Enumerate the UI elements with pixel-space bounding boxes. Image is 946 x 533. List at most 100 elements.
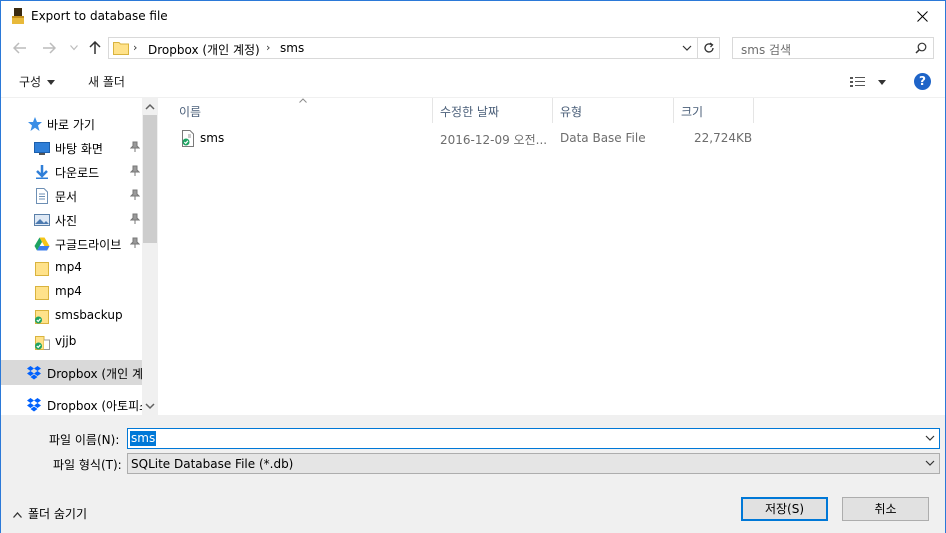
arrow-up-icon bbox=[89, 41, 101, 54]
forward-button[interactable] bbox=[40, 39, 58, 57]
column-header-type[interactable]: 유형 bbox=[553, 98, 674, 123]
column-label: 이름 bbox=[179, 105, 202, 119]
column-header-name[interactable]: 이름 bbox=[159, 98, 433, 123]
nav-item-vjjb[interactable]: vjjb bbox=[1, 330, 142, 354]
arrow-left-icon bbox=[13, 42, 26, 54]
chevron-down-icon[interactable] bbox=[680, 41, 694, 55]
cancel-button[interactable]: 취소 bbox=[842, 497, 929, 521]
nav-label: Dropbox (개인 계 bbox=[47, 367, 142, 381]
view-options-button[interactable] bbox=[849, 74, 891, 90]
recent-locations-button[interactable] bbox=[65, 39, 83, 57]
nav-item-dropbox-personal[interactable]: Dropbox (개인 계 bbox=[1, 360, 142, 385]
pin-icon bbox=[130, 141, 140, 152]
file-row[interactable]: sms 2016-12-09 오전... Data Base File 22,7… bbox=[171, 127, 761, 149]
nav-label: vjjb bbox=[55, 334, 77, 348]
help-button[interactable]: ? bbox=[914, 73, 931, 90]
organize-label: 구성 bbox=[19, 75, 42, 89]
search-input[interactable]: sms 검색 bbox=[741, 41, 791, 58]
column-header-modified[interactable]: 수정한 날짜 bbox=[433, 98, 553, 123]
refresh-icon bbox=[703, 42, 714, 53]
address-row: › Dropbox (개인 계정) › sms sms 검색 bbox=[1, 32, 945, 64]
nav-label: smsbackup bbox=[55, 308, 123, 322]
nav-label: 문서 bbox=[55, 190, 78, 204]
synced-folder-icon bbox=[35, 336, 50, 350]
breadcrumb-separator: › bbox=[133, 41, 138, 54]
column-header-size[interactable]: 크기 bbox=[674, 98, 754, 123]
app-icon bbox=[12, 8, 24, 24]
filetype-select[interactable]: SQLite Database File (*.db) bbox=[127, 453, 940, 474]
nav-item-downloads[interactable]: 다운로드 bbox=[1, 160, 142, 184]
folder-icon bbox=[35, 286, 49, 300]
details-view-icon bbox=[850, 77, 865, 87]
organize-button[interactable]: 구성 bbox=[19, 73, 56, 90]
save-button[interactable]: 저장(S) bbox=[741, 497, 828, 521]
nav-item-mp4[interactable]: mp4 bbox=[1, 256, 142, 280]
nav-item-desktop[interactable]: 바탕 화면 bbox=[1, 136, 142, 160]
close-button[interactable] bbox=[899, 1, 945, 32]
nav-label: 다운로드 bbox=[55, 166, 100, 180]
file-modified: 2016-12-09 오전... bbox=[440, 133, 548, 147]
nav-label: 바탕 화면 bbox=[55, 142, 103, 156]
document-icon bbox=[36, 188, 48, 204]
nav-item-google-drive[interactable]: 구글드라이브 bbox=[1, 232, 142, 256]
address-bar[interactable]: › Dropbox (개인 계정) › sms bbox=[108, 37, 698, 59]
column-label: 크기 bbox=[681, 105, 704, 119]
chevron-up-icon[interactable] bbox=[145, 102, 155, 112]
pin-icon bbox=[130, 189, 140, 200]
breadcrumb-dropbox[interactable]: Dropbox (개인 계정) bbox=[148, 41, 260, 58]
picture-icon bbox=[34, 214, 50, 226]
nav-label: 사진 bbox=[55, 214, 78, 228]
search-box[interactable]: sms 검색 bbox=[732, 37, 934, 59]
folder-icon bbox=[35, 262, 49, 276]
nav-label: 바로 가기 bbox=[47, 118, 95, 132]
star-icon bbox=[28, 117, 42, 131]
nav-label: mp4 bbox=[55, 284, 82, 298]
nav-item-mp4[interactable]: mp4 bbox=[1, 280, 142, 304]
download-icon bbox=[36, 165, 48, 179]
nav-item-dropbox-other[interactable]: Dropbox (아토피스 bbox=[1, 393, 142, 415]
nav-scrollbar[interactable] bbox=[142, 98, 158, 415]
breadcrumb-separator: › bbox=[266, 41, 271, 54]
nav-quick-access[interactable]: 바로 가기 bbox=[1, 112, 142, 136]
nav-label: Dropbox (아토피스 bbox=[47, 399, 142, 413]
filetype-label: 파일 형식(T): bbox=[53, 458, 122, 472]
filename-input[interactable]: sms bbox=[130, 431, 157, 446]
pin-icon bbox=[130, 165, 140, 176]
sort-ascending-icon bbox=[299, 98, 307, 103]
pin-icon bbox=[130, 237, 140, 248]
file-name: sms bbox=[200, 131, 225, 145]
column-label: 유형 bbox=[560, 105, 583, 119]
chevron-down-icon bbox=[925, 460, 935, 466]
hide-folders-label: 폴더 숨기기 bbox=[28, 507, 88, 521]
close-icon bbox=[916, 11, 928, 22]
nav-label: mp4 bbox=[55, 260, 82, 274]
filename-field[interactable]: sms bbox=[127, 428, 940, 449]
filetype-value: SQLite Database File (*.db) bbox=[131, 457, 294, 471]
database-file-icon bbox=[182, 130, 194, 147]
chevron-down-icon[interactable] bbox=[145, 401, 155, 411]
file-type: Data Base File bbox=[560, 131, 646, 145]
scrollbar-thumb[interactable] bbox=[143, 115, 157, 243]
google-drive-icon bbox=[34, 237, 50, 251]
chevron-down-icon[interactable] bbox=[925, 434, 935, 442]
hide-folders-button[interactable]: 폴더 숨기기 bbox=[13, 505, 87, 522]
pin-icon bbox=[130, 213, 140, 224]
search-icon bbox=[915, 42, 927, 54]
column-label: 수정한 날짜 bbox=[440, 105, 500, 119]
back-button[interactable] bbox=[11, 39, 29, 57]
refresh-button[interactable] bbox=[698, 37, 720, 59]
nav-item-pictures[interactable]: 사진 bbox=[1, 208, 142, 232]
nav-item-smsbackup[interactable]: smsbackup bbox=[1, 304, 142, 328]
file-size: 22,724KB bbox=[694, 131, 753, 145]
new-folder-button[interactable]: 새 폴더 bbox=[88, 73, 125, 90]
up-button[interactable] bbox=[86, 39, 104, 57]
save-form: 파일 이름(N): sms 파일 형식(T): SQLite Database … bbox=[1, 415, 945, 533]
nav-label: 구글드라이브 bbox=[55, 238, 122, 252]
breadcrumb-sms[interactable]: sms bbox=[280, 41, 304, 55]
desktop-icon bbox=[34, 142, 50, 155]
command-bar: 구성 새 폴더 ? bbox=[1, 64, 945, 98]
nav-item-documents[interactable]: 문서 bbox=[1, 184, 142, 208]
caret-down-icon bbox=[878, 80, 886, 85]
folder-icon bbox=[113, 42, 129, 55]
chevron-down-icon bbox=[47, 80, 56, 85]
